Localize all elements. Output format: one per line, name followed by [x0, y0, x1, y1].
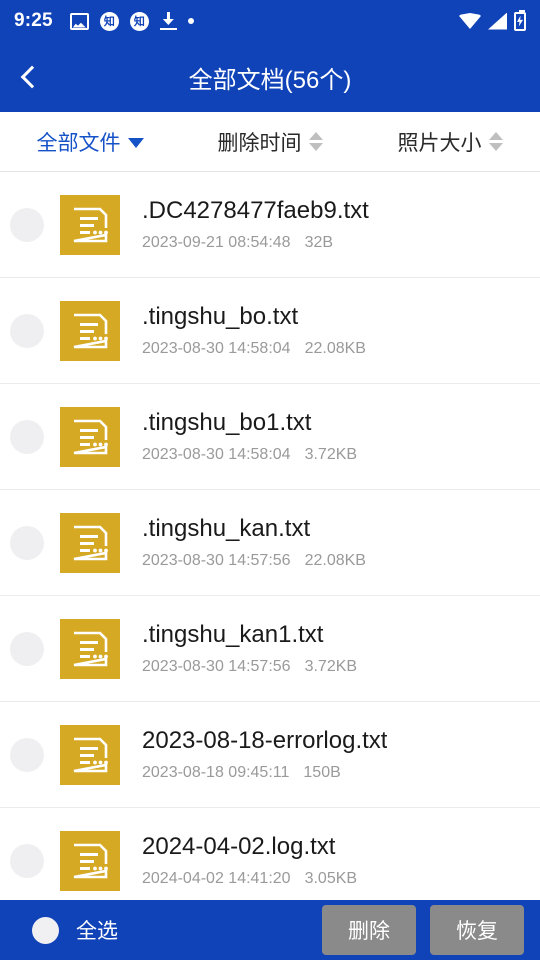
file-size: 32B: [304, 234, 334, 251]
row-checkbox[interactable]: [10, 737, 44, 772]
file-size: 22.08KB: [304, 552, 366, 569]
filter-bar: 全部文件 删除时间 照片大小: [0, 112, 540, 172]
file-name: .DC4278477faeb9.txt: [142, 197, 369, 224]
row-checkbox[interactable]: [10, 207, 44, 242]
file-list[interactable]: .DC4278477faeb9.txt 2023-09-21 08:54:48 32…: [0, 172, 540, 960]
file-row[interactable]: .DC4278477faeb9.txt 2023-09-21 08:54:48 32…: [0, 172, 540, 278]
file-row[interactable]: 2023-08-18-errorlog.txt 2023-08-18 09:45:…: [0, 702, 540, 808]
dot-icon: [187, 18, 194, 24]
select-all-checkbox-icon[interactable]: [32, 916, 59, 944]
file-meta: 2023-08-18 09:45:11 150B: [142, 764, 387, 782]
wifi-icon: [459, 13, 481, 29]
filter-all-files[interactable]: 全部文件: [0, 127, 180, 157]
image-icon: [69, 12, 89, 30]
file-row[interactable]: .tingshu_bo.txt 2023-08-30 14:58:04 22.08K…: [0, 278, 540, 384]
battery-charging-icon: [514, 9, 526, 31]
row-checkbox[interactable]: [10, 631, 44, 666]
status-notification-icons: 知 知: [69, 11, 194, 31]
file-meta: 2024-04-02 14:41:20 3.05KB: [142, 870, 357, 888]
file-name: 2024-04-02.log.txt: [142, 833, 336, 860]
file-size: 3.72KB: [304, 658, 358, 675]
delete-button[interactable]: 删除: [322, 905, 416, 955]
file-info: .tingshu_kan.txt 2023-08-30 14:57:56 22.08…: [142, 515, 366, 570]
file-row[interactable]: .tingshu_kan.txt 2023-08-30 14:57:56 22.08…: [0, 490, 540, 596]
page-title: 全部文档(56个): [188, 66, 352, 94]
app-root: 9:25 知 知 全部文档(56个) 全部文件 删除时间 照片大小 .DC427…: [0, 0, 540, 960]
status-system-icons: [459, 9, 526, 31]
download-icon: [159, 12, 177, 30]
file-info: 2023-08-18-errorlog.txt 2023-08-18 09:45:…: [142, 727, 387, 782]
text-document-icon: [60, 830, 120, 891]
sort-arrows-icon: [308, 132, 323, 151]
file-meta: 2023-08-30 14:58:04 3.72KB: [142, 446, 357, 464]
back-button[interactable]: [0, 42, 58, 112]
row-checkbox[interactable]: [10, 525, 44, 560]
text-document-icon: [60, 724, 120, 785]
status-bar: 9:25 知 知: [0, 0, 540, 42]
row-checkbox[interactable]: [10, 419, 44, 454]
restore-button[interactable]: 恢复: [430, 905, 524, 955]
file-name: 2023-08-18-errorlog.txt: [142, 727, 388, 754]
file-name: .tingshu_bo1.txt: [142, 409, 312, 436]
file-info: .tingshu_bo.txt 2023-08-30 14:58:04 22.08K…: [142, 303, 366, 358]
file-date: 2023-08-30 14:58:04: [142, 340, 291, 357]
file-size: 150B: [303, 764, 341, 781]
file-meta: 2023-08-30 14:58:04 22.08KB: [142, 340, 366, 358]
file-name: .tingshu_kan1.txt: [142, 621, 324, 648]
text-document-icon: [60, 300, 120, 361]
select-all-label: 全选: [76, 920, 118, 943]
filter-photo-size[interactable]: 照片大小: [360, 127, 540, 157]
file-size: 3.72KB: [304, 446, 358, 463]
file-name: .tingshu_bo.txt: [142, 303, 299, 330]
filter-all-files-label: 全部文件: [36, 131, 121, 155]
zhihu-icon: 知: [129, 11, 149, 31]
status-time: 9:25: [14, 10, 53, 31]
signal-icon: [488, 12, 507, 30]
file-size: 22.08KB: [304, 340, 366, 357]
chevron-down-icon: [127, 138, 144, 148]
bottom-action-buttons: 删除 恢复: [322, 905, 524, 955]
file-info: .tingshu_kan1.txt 2023-08-30 14:57:56 3.72…: [142, 621, 357, 676]
back-chevron-icon: [20, 65, 43, 89]
file-row[interactable]: 2024-04-02.log.txt 2024-04-02 14:41:20 3.0…: [0, 808, 540, 914]
text-document-icon: [60, 194, 120, 255]
row-checkbox[interactable]: [10, 843, 44, 878]
file-date: 2023-08-30 14:57:56: [142, 552, 291, 569]
filter-delete-time-label: 删除时间: [217, 131, 302, 155]
file-date: 2023-08-30 14:58:04: [142, 446, 291, 463]
filter-photo-size-label: 照片大小: [397, 131, 482, 155]
file-row[interactable]: .tingshu_kan1.txt 2023-08-30 14:57:56 3.72…: [0, 596, 540, 702]
file-row[interactable]: .tingshu_bo1.txt 2023-08-30 14:58:04 3.72K…: [0, 384, 540, 490]
text-document-icon: [60, 618, 120, 679]
sort-arrows-icon: [488, 132, 503, 151]
file-date: 2024-04-02 14:41:20: [142, 870, 291, 887]
bottom-action-bar: 全选 删除 恢复: [0, 900, 540, 960]
file-info: 2024-04-02.log.txt 2024-04-02 14:41:20 3.0…: [142, 833, 357, 888]
file-meta: 2023-08-30 14:57:56 3.72KB: [142, 658, 357, 676]
row-checkbox[interactable]: [10, 313, 44, 348]
text-document-icon: [60, 512, 120, 573]
filter-delete-time[interactable]: 删除时间: [180, 127, 360, 157]
title-bar: 全部文档(56个): [0, 42, 540, 112]
file-meta: 2023-09-21 08:54:48 32B: [142, 234, 369, 252]
file-info: .tingshu_bo1.txt 2023-08-30 14:58:04 3.72K…: [142, 409, 357, 464]
file-size: 3.05KB: [304, 870, 358, 887]
text-document-icon: [60, 406, 120, 467]
file-meta: 2023-08-30 14:57:56 22.08KB: [142, 552, 366, 570]
file-date: 2023-08-18 09:45:11: [142, 764, 290, 781]
file-date: 2023-08-30 14:57:56: [142, 658, 291, 675]
file-name: .tingshu_kan.txt: [142, 515, 311, 542]
select-all-toggle[interactable]: 全选: [32, 915, 118, 945]
file-date: 2023-09-21 08:54:48: [142, 234, 291, 251]
zhihu-icon: 知: [99, 11, 119, 31]
file-info: .DC4278477faeb9.txt 2023-09-21 08:54:48 32…: [142, 197, 369, 252]
